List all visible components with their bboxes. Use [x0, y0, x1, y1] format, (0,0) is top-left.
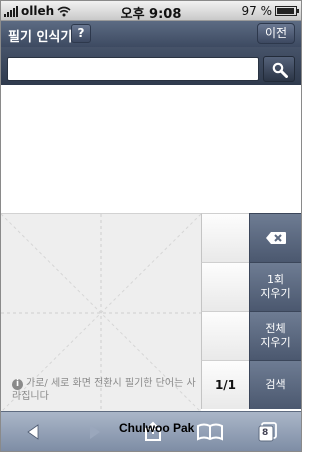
clear-all-label: 전체 지우기 — [260, 322, 291, 349]
candidate-column: 1/1 — [201, 213, 249, 411]
back-button[interactable]: 이전 — [257, 23, 295, 44]
search-button[interactable] — [263, 56, 295, 82]
candidate-slot[interactable] — [201, 262, 249, 311]
nav-bar: 필기 인식기 ? 이전 — [1, 21, 301, 47]
help-button[interactable]: ? — [71, 24, 91, 43]
undo-stroke-button[interactable]: 1회 지우기 — [249, 262, 301, 311]
submit-search-label: 검색 — [265, 378, 286, 391]
bookmarks-icon[interactable] — [195, 420, 225, 444]
phone-screen: olleh 오후 9:08 97 % 필기 인식기 ? 이전 i 가로/ 세로 … — [0, 0, 302, 452]
watermark-text: Chulwoo Pak — [119, 421, 195, 435]
search-icon — [272, 62, 288, 78]
search-bar — [1, 47, 301, 85]
tabs-count: 8 — [262, 428, 269, 438]
battery-fill — [277, 8, 295, 14]
undo-stroke-label: 1회 지우기 — [260, 273, 291, 300]
results-area — [1, 85, 301, 213]
back-arrow-icon[interactable] — [19, 420, 49, 444]
candidate-slot[interactable] — [201, 311, 249, 360]
forward-arrow-icon[interactable] — [79, 420, 109, 444]
page-title: 필기 인식기 — [8, 30, 73, 45]
search-input[interactable] — [7, 57, 259, 81]
tabs-button[interactable]: 8 — [253, 420, 283, 444]
battery-icon — [275, 6, 299, 16]
pad-hint-text: 가로/ 세로 화면 전환시 필기한 단어는 사라집니다 — [12, 378, 196, 402]
status-right: 97 % — [241, 4, 299, 18]
info-icon: i — [12, 379, 23, 390]
candidate-slot[interactable] — [201, 213, 249, 262]
battery-percent: 97 % — [241, 4, 273, 18]
backspace-icon — [265, 232, 286, 244]
handwriting-pad[interactable]: i 가로/ 세로 화면 전환시 필기한 단어는 사라집니다 — [1, 213, 201, 412]
page-indicator[interactable]: 1/1 — [201, 360, 249, 409]
status-bar: olleh 오후 9:08 97 % — [1, 1, 301, 22]
clear-all-button[interactable]: 전체 지우기 — [249, 311, 301, 360]
submit-search-button[interactable]: 검색 — [249, 360, 301, 409]
action-column: 1회 지우기 전체 지우기 검색 — [249, 213, 301, 411]
pad-hint: i 가로/ 세로 화면 전환시 필기한 단어는 사라집니다 — [12, 377, 198, 403]
delete-button[interactable] — [249, 213, 301, 262]
